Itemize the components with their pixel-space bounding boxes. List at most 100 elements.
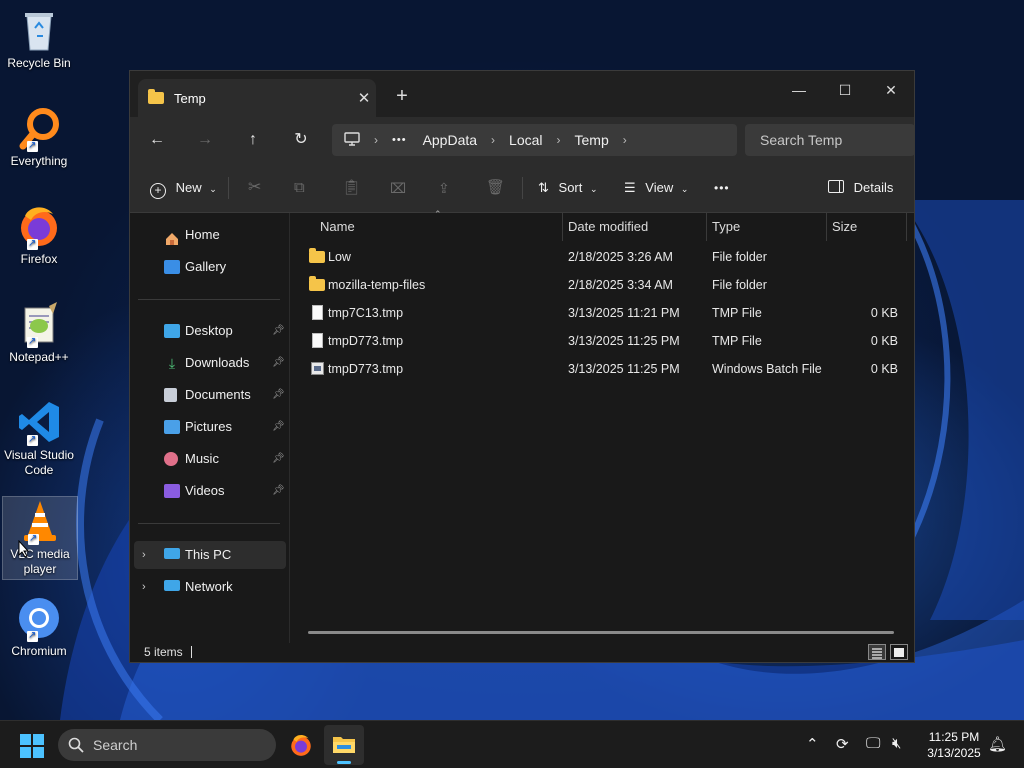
address-bar[interactable]: › ••• AppData › Local › Temp › xyxy=(332,124,737,156)
file-name: tmp7C13.tmp xyxy=(328,306,404,320)
horizontal-scrollbar[interactable] xyxy=(308,631,894,634)
desktop-icon-everything[interactable]: Everything xyxy=(2,104,76,169)
pin-icon[interactable]: 📌︎ xyxy=(272,381,285,409)
navigation-pane: Home Gallery Desktop 📌︎ ⤓ Downloads 📌︎ D… xyxy=(130,213,288,643)
sidebar-item-this-pc[interactable]: › This PC xyxy=(134,541,286,569)
volume-muted-icon[interactable]: 🔇︎ xyxy=(892,735,901,752)
shortcut-arrow-icon xyxy=(27,432,38,447)
table-row[interactable]: Low 2/18/2025 3:26 AM File folder xyxy=(290,243,910,271)
table-row[interactable]: mozilla-temp-files 2/18/2025 3:34 AM Fil… xyxy=(290,271,910,299)
paste-icon[interactable]: 📋︎ xyxy=(342,176,361,200)
sidebar-item-gallery[interactable]: Gallery xyxy=(130,253,286,281)
minimize-button[interactable]: — xyxy=(776,75,822,105)
gallery-icon xyxy=(164,260,180,274)
file-type: Windows Batch File xyxy=(712,362,822,376)
chevron-right-icon[interactable]: › xyxy=(142,541,146,569)
up-button[interactable]: ↑ xyxy=(238,125,268,155)
column-header-type[interactable]: Type xyxy=(712,213,740,241)
sidebar-item-videos[interactable]: Videos 📌︎ xyxy=(130,477,286,505)
sidebar-label: Desktop xyxy=(185,323,233,338)
network-icon xyxy=(164,580,180,591)
notification-bell-icon[interactable]: 🔔︎ xyxy=(988,735,1007,753)
column-header-size[interactable]: Size xyxy=(832,213,857,241)
pin-icon[interactable]: 📌︎ xyxy=(272,317,285,345)
network-status-icon[interactable]: 🖵︎ xyxy=(866,735,880,752)
details-view-icon[interactable] xyxy=(868,644,886,660)
sort-icon: ⇅ xyxy=(538,180,549,195)
sidebar-item-downloads[interactable]: ⤓ Downloads 📌︎ xyxy=(130,349,286,377)
maximize-button[interactable]: ☐ xyxy=(822,75,868,105)
table-row[interactable]: tmpD773.tmp 3/13/2025 11:25 PM TMP File … xyxy=(290,327,910,355)
tab-temp[interactable]: Temp ✕ xyxy=(138,79,376,117)
clock-time: 11:25 PM xyxy=(928,730,980,744)
file-name: tmpD773.tmp xyxy=(328,362,404,376)
file-icon xyxy=(312,305,323,320)
sidebar-item-pictures[interactable]: Pictures 📌︎ xyxy=(130,413,286,441)
show-hidden-icons-chevron-icon[interactable]: ⌃ xyxy=(806,735,819,753)
desktop-icon-firefox[interactable]: Firefox xyxy=(2,202,76,267)
file-date: 2/18/2025 3:26 AM xyxy=(568,250,673,264)
taskbar-search[interactable]: Search xyxy=(58,729,276,761)
breadcrumb-temp[interactable]: Temp xyxy=(567,132,617,148)
table-row[interactable]: tmpD773.tmp 3/13/2025 11:25 PM Windows B… xyxy=(290,355,910,383)
search-input[interactable]: Search Temp xyxy=(745,124,915,156)
large-icons-view-icon[interactable] xyxy=(890,644,908,660)
sort-button[interactable]: ⇅ Sort ⌄ xyxy=(538,176,598,200)
pin-icon[interactable]: 📌︎ xyxy=(272,477,285,505)
mouse-cursor-icon xyxy=(18,540,30,558)
taskbar-explorer-button[interactable] xyxy=(324,725,364,765)
back-button[interactable]: ← xyxy=(142,125,172,155)
file-list: ⌃ Name Date modified Type Size Low 2/18/… xyxy=(289,209,915,643)
monitor-icon[interactable] xyxy=(344,131,360,149)
sync-icon[interactable]: ⟳ xyxy=(836,735,849,753)
clock[interactable]: 11:25 PM 3/13/2025 xyxy=(918,729,990,761)
taskbar-firefox-icon[interactable] xyxy=(288,732,314,763)
sidebar-item-home[interactable]: Home xyxy=(130,221,286,249)
new-tab-button[interactable]: + xyxy=(390,85,414,108)
forward-button[interactable]: → xyxy=(190,125,220,155)
desktop-icon-vscode[interactable]: Visual Studio Code xyxy=(2,398,76,478)
plus-circle-icon: + xyxy=(150,183,166,199)
breadcrumb-local[interactable]: Local xyxy=(501,132,550,148)
new-button[interactable]: + New ⌄ xyxy=(150,176,217,200)
sidebar-item-music[interactable]: Music 📌︎ xyxy=(130,445,286,473)
see-more-button[interactable]: ••• xyxy=(714,176,730,200)
breadcrumb-chevron-icon: › xyxy=(622,133,627,147)
file-explorer-window: Temp ✕ + — ☐ ✕ ← → ↑ ↻ › ••• AppData › L… xyxy=(129,70,915,663)
chevron-right-icon[interactable]: › xyxy=(142,573,146,601)
navigation-bar: ← → ↑ ↻ › ••• AppData › Local › Temp › S… xyxy=(130,117,915,163)
sidebar-label: Network xyxy=(185,579,233,594)
recycle-bin-icon xyxy=(15,6,63,54)
pin-icon[interactable]: 📌︎ xyxy=(272,445,285,473)
desktop-icon-chromium[interactable]: Chromium xyxy=(2,594,76,659)
tab-close-icon[interactable]: ✕ xyxy=(352,89,376,107)
windows-logo-icon xyxy=(20,734,44,758)
firefox-icon xyxy=(15,202,63,251)
column-header-name[interactable]: Name xyxy=(320,213,355,241)
close-button[interactable]: ✕ xyxy=(868,75,914,105)
start-button[interactable] xyxy=(20,734,44,763)
column-header-date[interactable]: Date modified xyxy=(568,213,648,241)
desktop-icon-vlc[interactable]: VLC media player xyxy=(2,496,78,580)
view-button[interactable]: ☰ View ⌄ xyxy=(624,176,688,200)
table-row[interactable]: tmp7C13.tmp 3/13/2025 11:21 PM TMP File … xyxy=(290,299,910,327)
sidebar-label: Downloads xyxy=(185,355,250,370)
status-divider xyxy=(191,646,192,658)
sidebar-item-documents[interactable]: Documents 📌︎ xyxy=(130,381,286,409)
refresh-button[interactable]: ↻ xyxy=(286,125,316,155)
copy-icon[interactable]: ⧉ xyxy=(294,176,305,200)
sidebar-item-network[interactable]: › Network xyxy=(130,573,286,601)
sidebar-item-desktop[interactable]: Desktop 📌︎ xyxy=(130,317,286,345)
desktop-icon-recycle-bin[interactable]: Recycle Bin xyxy=(2,6,76,71)
rename-icon[interactable]: ⌧ xyxy=(390,176,406,200)
shortcut-arrow-icon xyxy=(27,236,38,251)
cut-icon[interactable]: ✂ xyxy=(248,176,261,200)
share-icon[interactable]: ⇪ xyxy=(438,176,450,200)
pin-icon[interactable]: 📌︎ xyxy=(272,349,285,377)
details-pane-button[interactable]: Details xyxy=(828,176,893,200)
breadcrumb-appdata[interactable]: AppData xyxy=(415,132,485,148)
pin-icon[interactable]: 📌︎ xyxy=(272,413,285,441)
breadcrumb-overflow-button[interactable]: ••• xyxy=(384,134,415,146)
desktop-icon-notepadpp[interactable]: Notepad++ xyxy=(2,300,76,365)
delete-icon[interactable]: 🗑︎ xyxy=(486,176,505,200)
